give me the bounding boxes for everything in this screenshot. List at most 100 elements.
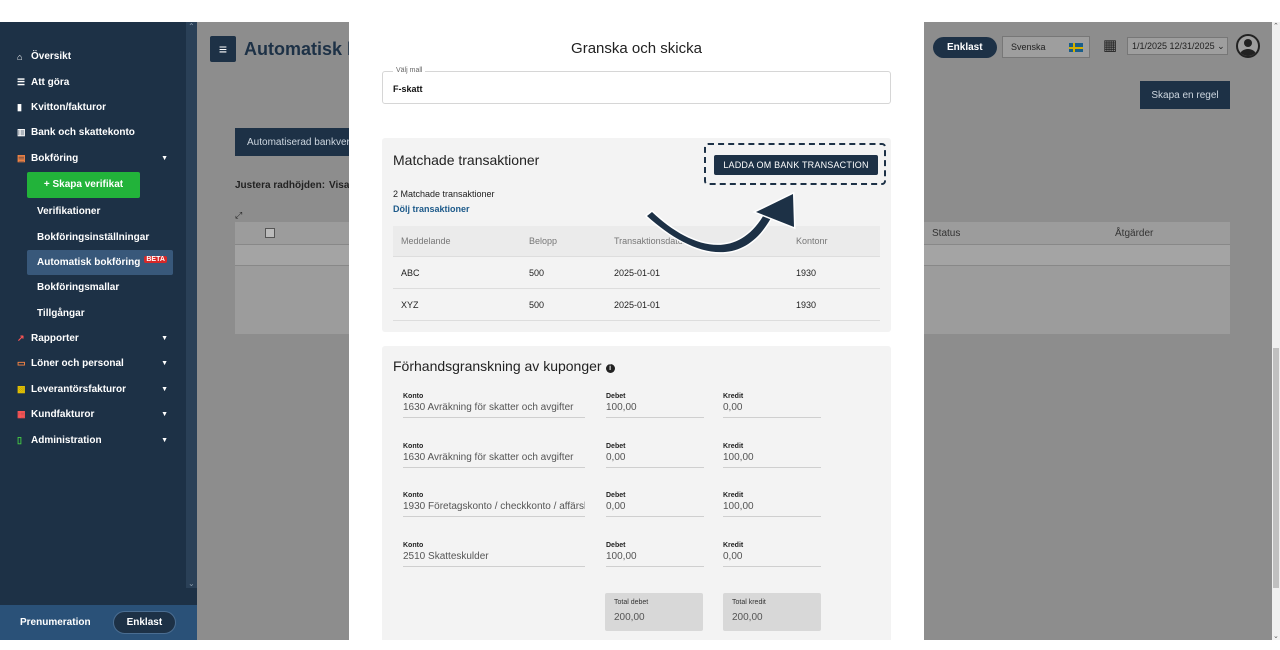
plan-pill[interactable]: Enklast (112, 611, 177, 634)
matched-transactions-card: Matchade transaktioner LADDA OM BANK TRA… (382, 138, 891, 332)
sidebar-item-bank[interactable]: ▥ Bank och skattekonto (0, 120, 186, 145)
total-debet-box: Total debet 200,00 (605, 593, 703, 631)
cell-message: XYZ (401, 299, 419, 310)
matched-heading: Matchade transaktioner (393, 152, 540, 168)
cell-message: ABC (401, 267, 420, 278)
hide-transactions-link[interactable]: Dölj transaktioner (393, 204, 470, 214)
konto-field[interactable]: 1630 Avräkning för skatter och avgifter (403, 399, 585, 418)
scroll-up-icon[interactable]: ⌃ (1273, 22, 1279, 30)
total-kredit-label: Total kredit (732, 599, 766, 606)
konto-field[interactable]: 1930 Företagskonto / checkkonto / affärs… (403, 498, 585, 517)
debet-field[interactable]: 100,00 (606, 548, 704, 567)
matched-count: 2 Matchade transaktioner (393, 189, 495, 199)
total-debet-value: 200,00 (614, 612, 645, 623)
debet-field[interactable]: 0,00 (606, 498, 704, 517)
total-kredit-value: 200,00 (732, 612, 763, 623)
chevron-down-icon: ▼ (161, 335, 168, 343)
preview-heading: Förhandsgranskning av kuponger i (393, 358, 615, 374)
wallet-icon: ▭ (17, 358, 26, 369)
reload-bank-transaction-button[interactable]: LADDA OM BANK TRANSACTION (714, 155, 878, 175)
sidebar-item-administration[interactable]: ▯ Administration ▼ (0, 427, 186, 452)
subscription-label: Prenumeration (20, 617, 91, 628)
col-date: Transaktionsdatum (614, 236, 691, 246)
chevron-down-icon: ▼ (161, 411, 168, 419)
app-screen: ⌃ ⌄ ⌂ Översikt ☰ Att göra ▮ Kvitton/fakturo… (0, 0, 1280, 650)
create-rule-button[interactable]: Skapa en regel (1140, 81, 1230, 109)
sidebar-item-loner[interactable]: ▭ Löner och personal ▼ (0, 351, 186, 376)
sidebar-item-kvitton[interactable]: ▮ Kvitton/fakturor (0, 95, 186, 120)
sidebar-item-tillgangar[interactable]: Tillgångar (0, 301, 186, 326)
template-label: Välj mall (393, 67, 426, 74)
cell-account: 1930 (796, 267, 817, 278)
cell-date: 2025-01-01 (614, 267, 661, 278)
chart-icon: ↗ (17, 333, 25, 344)
date-range-select[interactable]: 1/1/2025 12/31/2025 ⌄ (1127, 37, 1228, 55)
debet-field[interactable]: 100,00 (606, 399, 704, 418)
create-verification-button[interactable]: + Skapa verifikat (27, 171, 140, 198)
sidebar-item-kundfakturor[interactable]: ▦ Kundfakturor ▼ (0, 402, 186, 427)
col-message: Meddelande (401, 236, 451, 246)
sidebar-item-bokforingsmallar[interactable]: Bokföringsmallar (0, 275, 186, 300)
scroll-down-icon[interactable]: ⌄ (188, 579, 195, 588)
select-all-checkbox[interactable] (265, 228, 275, 238)
menu-icon[interactable]: ≡ (210, 36, 236, 62)
bank-icon: ▥ (17, 127, 26, 138)
money-icon: ▩ (17, 383, 26, 394)
invoice-icon: ▦ (17, 409, 26, 420)
chevron-down-icon: ▼ (161, 385, 168, 393)
sidebar-nav: ⌂ Översikt ☰ Att göra ▮ Kvitton/fakturor ▥ B… (0, 44, 186, 453)
scrollbar-thumb[interactable] (1273, 348, 1279, 588)
kredit-field[interactable]: 100,00 (723, 498, 821, 517)
total-kredit-box: Total kredit 200,00 (723, 593, 821, 631)
col-amount: Belopp (529, 236, 558, 246)
sidebar-item-automatisk-bokforing[interactable]: Automatisk bokföring BETA (27, 249, 173, 276)
resize-icon[interactable]: ⤢ (235, 210, 242, 221)
subscription-bar: Prenumeration Enklast (0, 605, 197, 640)
cell-amount: 500 (529, 267, 545, 278)
receipt-icon: ▮ (17, 101, 22, 112)
chevron-down-icon: ▼ (161, 154, 168, 162)
template-value: F-skatt (393, 84, 423, 94)
page-title: Automatisk b (244, 39, 359, 59)
home-icon: ⌂ (17, 51, 23, 62)
row-height-control: Justera radhöjden: Visa (235, 180, 350, 191)
col-actions: Åtgärder (1115, 227, 1154, 239)
total-debet-label: Total debet (614, 599, 649, 606)
chevron-down-icon: ▼ (161, 360, 168, 368)
debet-field[interactable]: 0,00 (606, 449, 704, 468)
cell-account: 1930 (796, 299, 817, 310)
col-account: Kontonr (796, 236, 828, 246)
table-header: Meddelande Belopp Transaktionsdatum Kont… (393, 226, 880, 257)
sidebar-item-leverantorsfakturor[interactable]: ▩ Leverantörsfakturor ▼ (0, 377, 186, 402)
tab-automated-bank[interactable]: Automatiserad bankverk (235, 128, 355, 156)
sidebar-item-rapporter[interactable]: ↗ Rapporter ▼ (0, 326, 186, 351)
page-scrollbar[interactable]: ⌃ ⌄ (1272, 22, 1280, 640)
kredit-field[interactable]: 0,00 (723, 399, 821, 418)
template-select[interactable]: Välj mall F-skatt (382, 67, 891, 104)
beta-badge: BETA (144, 255, 167, 263)
plan-badge[interactable]: Enklast (933, 37, 997, 58)
calendar-icon[interactable]: ▦ (1103, 36, 1117, 54)
kredit-field[interactable]: 0,00 (723, 548, 821, 567)
sidebar-item-att-gora[interactable]: ☰ Att göra (0, 69, 186, 94)
scroll-up-icon[interactable]: ⌃ (188, 22, 195, 31)
chevron-down-icon: ▼ (161, 436, 168, 444)
cell-date: 2025-01-01 (614, 299, 661, 310)
list-icon: ☰ (17, 76, 26, 87)
sidebar-item-bokforingsinstallningar[interactable]: Bokföringsinställningar (0, 224, 186, 249)
cell-amount: 500 (529, 299, 545, 310)
info-icon[interactable]: i (605, 364, 615, 373)
avatar[interactable] (1236, 34, 1260, 58)
sidebar-item-bokforing[interactable]: ▤ Bokföring ▼ (0, 146, 186, 171)
admin-icon: ▯ (17, 434, 22, 445)
review-modal: Granska och skicka Välj mall F-skatt Mat… (349, 22, 924, 640)
sidebar-item-verifikationer[interactable]: Verifikationer (0, 199, 186, 224)
konto-field[interactable]: 2510 Skatteskulder (403, 548, 585, 567)
scroll-down-icon[interactable]: ⌄ (1273, 632, 1279, 640)
kredit-field[interactable]: 100,00 (723, 449, 821, 468)
voucher-preview-card: Förhandsgranskning av kuponger i Konto 16… (382, 346, 891, 640)
sidebar-scrollbar[interactable]: ⌃ ⌄ (186, 22, 197, 588)
language-select[interactable]: Svenska (1002, 36, 1090, 58)
konto-field[interactable]: 1630 Avräkning för skatter och avgifter (403, 449, 585, 468)
sidebar-item-oversikt[interactable]: ⌂ Översikt (0, 44, 186, 69)
